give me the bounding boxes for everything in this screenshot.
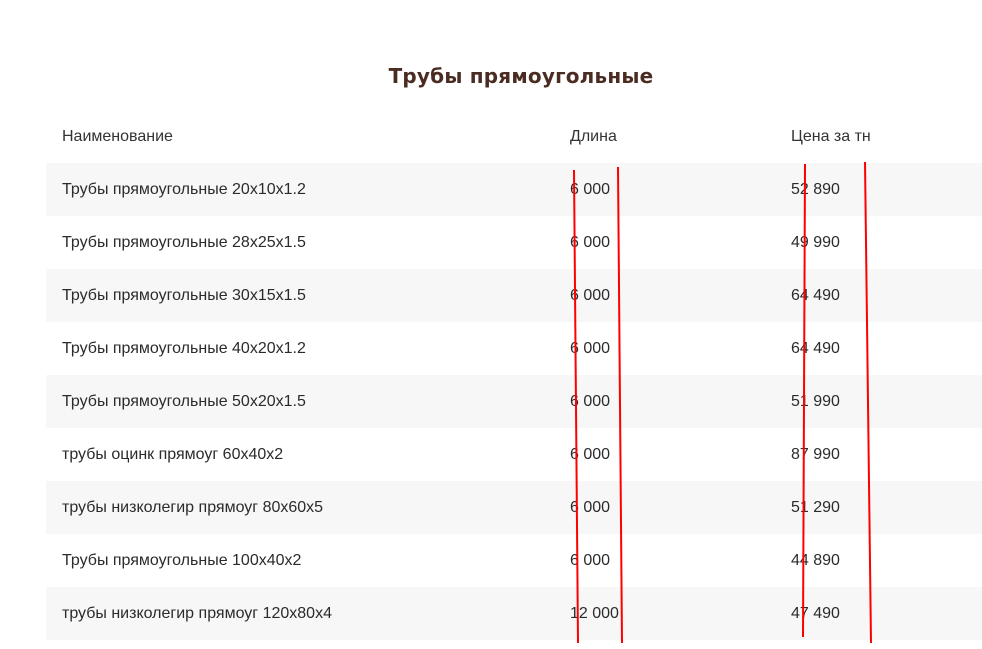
table-row: трубы низколегир прямоуг 80х60х5 6 000 5… — [46, 481, 982, 534]
cell-name: Трубы прямоугольные 20х10х1.2 — [46, 163, 570, 216]
cell-name: трубы оцинк прямоуг 60х40х2 — [46, 428, 570, 481]
cell-price: 64 490 — [791, 269, 982, 322]
cell-name: Трубы прямоугольные 40х20х1.2 — [46, 322, 570, 375]
table-row: Трубы прямоугольные 30х15х1.5 6 000 64 4… — [46, 269, 982, 322]
cell-name: трубы низколегир прямоуг 80х60х5 — [46, 481, 570, 534]
cell-length: 6 000 — [570, 322, 791, 375]
cell-length: 12 000 — [570, 587, 791, 640]
cell-price: 52 890 — [791, 163, 982, 216]
cell-price: 64 490 — [791, 322, 982, 375]
header-length: Длина — [570, 127, 617, 145]
page-title: Трубы прямоугольные — [388, 64, 654, 88]
cell-name: Трубы прямоугольные 28х25х1.5 — [46, 216, 570, 269]
cell-length: 6 000 — [570, 534, 791, 587]
cell-name: Трубы прямоугольные 50х20х1.5 — [46, 375, 570, 428]
table-row: Трубы прямоугольные 28х25х1.5 6 000 49 9… — [46, 216, 982, 269]
cell-length: 6 000 — [570, 428, 791, 481]
cell-length: 6 000 — [570, 216, 791, 269]
cell-length: 6 000 — [570, 481, 791, 534]
cell-length: 6 000 — [570, 163, 791, 216]
cell-length: 6 000 — [570, 375, 791, 428]
table-row: Трубы прямоугольные 50х20х1.5 6 000 51 9… — [46, 375, 982, 428]
cell-price: 51 990 — [791, 375, 982, 428]
table-row: трубы оцинк прямоуг 60х40х2 6 000 87 990 — [46, 428, 982, 481]
cell-price: 47 490 — [791, 587, 982, 640]
price-table: Наименование Длина Цена за тн Трубы прям… — [46, 110, 982, 640]
table-row: Трубы прямоугольные 20х10х1.2 6 000 52 8… — [46, 163, 982, 216]
cell-price: 44 890 — [791, 534, 982, 587]
table-row: Трубы прямоугольные 100х40х2 6 000 44 89… — [46, 534, 982, 587]
table-row: трубы низколегир прямоуг 120х80х4 12 000… — [46, 587, 982, 640]
header-name: Наименование — [62, 127, 173, 145]
cell-name: Трубы прямоугольные 30х15х1.5 — [46, 269, 570, 322]
table-header-row: Наименование Длина Цена за тн — [46, 110, 982, 163]
cell-length: 6 000 — [570, 269, 791, 322]
cell-price: 49 990 — [791, 216, 982, 269]
header-price: Цена за тн — [791, 127, 871, 145]
cell-price: 87 990 — [791, 428, 982, 481]
cell-name: Трубы прямоугольные 100х40х2 — [46, 534, 570, 587]
cell-name: трубы низколегир прямоуг 120х80х4 — [46, 587, 570, 640]
table-row: Трубы прямоугольные 40х20х1.2 6 000 64 4… — [46, 322, 982, 375]
cell-price: 51 290 — [791, 481, 982, 534]
